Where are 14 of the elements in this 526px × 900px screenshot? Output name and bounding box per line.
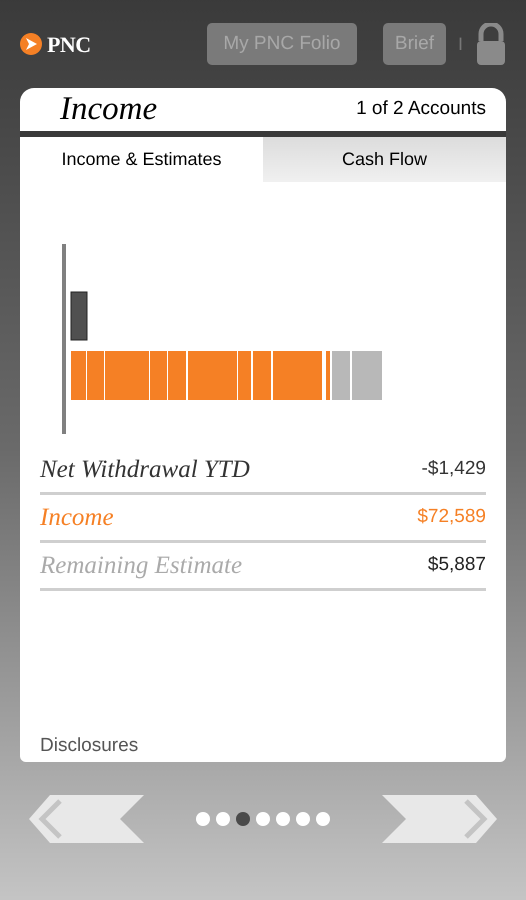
row-label: Net Withdrawal YTD bbox=[40, 454, 250, 485]
lock-icon[interactable] bbox=[475, 23, 507, 65]
logo-text: PNC bbox=[47, 30, 91, 58]
row-value: $5,887 bbox=[428, 553, 486, 578]
logo-icon bbox=[19, 32, 43, 56]
row-value: -$1,429 bbox=[422, 457, 486, 482]
card-title: Income bbox=[60, 90, 158, 129]
account-count: 1 of 2 Accounts bbox=[356, 97, 486, 122]
tab[interactable]: Cash Flow bbox=[263, 137, 506, 182]
row-label: Remaining Estimate bbox=[40, 550, 242, 581]
separator: I bbox=[458, 32, 463, 56]
row-value: $72,589 bbox=[417, 505, 486, 530]
disclosures-link[interactable]: Disclosures bbox=[40, 734, 138, 756]
row-label: Income bbox=[40, 502, 114, 533]
